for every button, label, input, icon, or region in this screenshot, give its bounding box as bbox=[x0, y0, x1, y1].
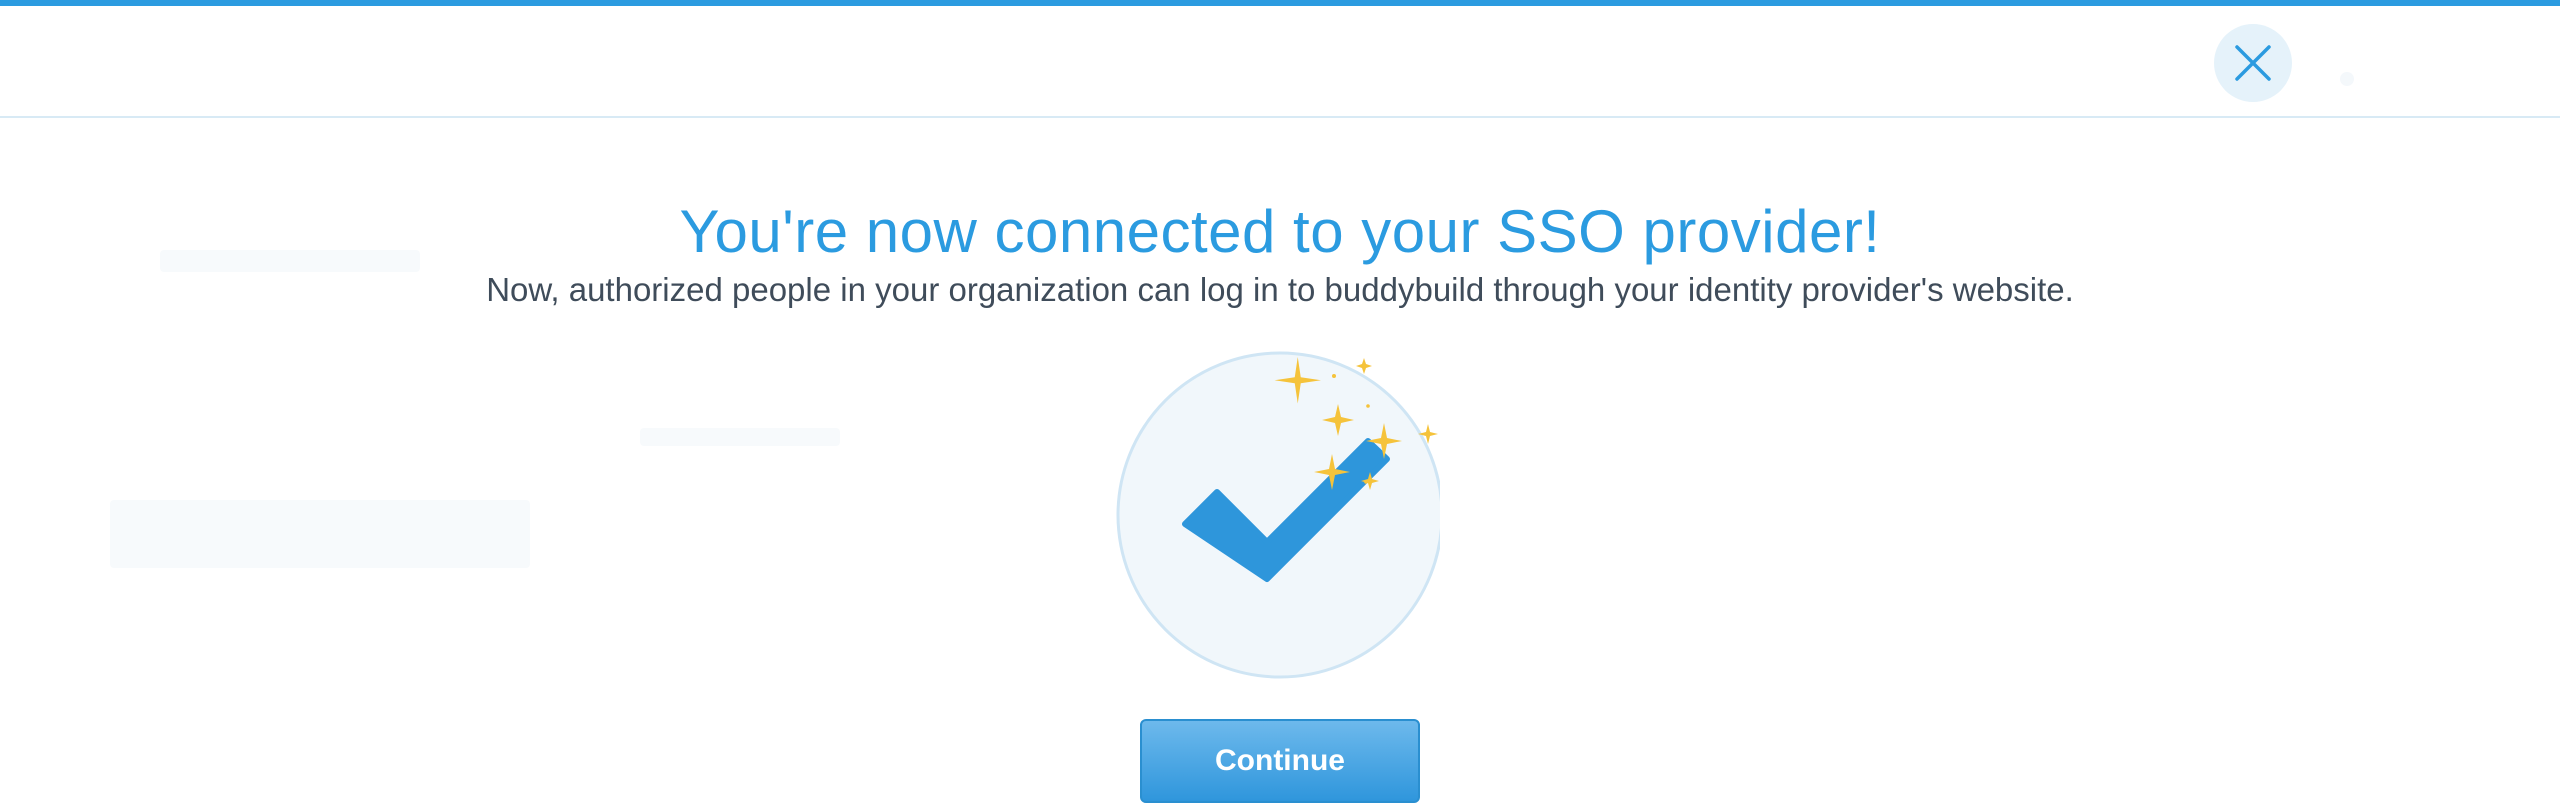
page-subtitle: Now, authorized people in your organizat… bbox=[486, 271, 2074, 308]
continue-button[interactable]: Continue bbox=[1140, 719, 1420, 803]
success-illustration bbox=[1100, 340, 1444, 680]
background-decoration bbox=[110, 500, 530, 568]
page-title: You're now connected to your SSO provide… bbox=[679, 198, 1881, 265]
close-icon bbox=[2235, 45, 2271, 81]
checkmark-sparkles-icon bbox=[1116, 351, 1444, 679]
close-button[interactable] bbox=[2214, 24, 2292, 102]
background-decoration bbox=[2340, 72, 2354, 86]
modal-header bbox=[0, 6, 2560, 118]
background-decoration bbox=[640, 428, 840, 446]
